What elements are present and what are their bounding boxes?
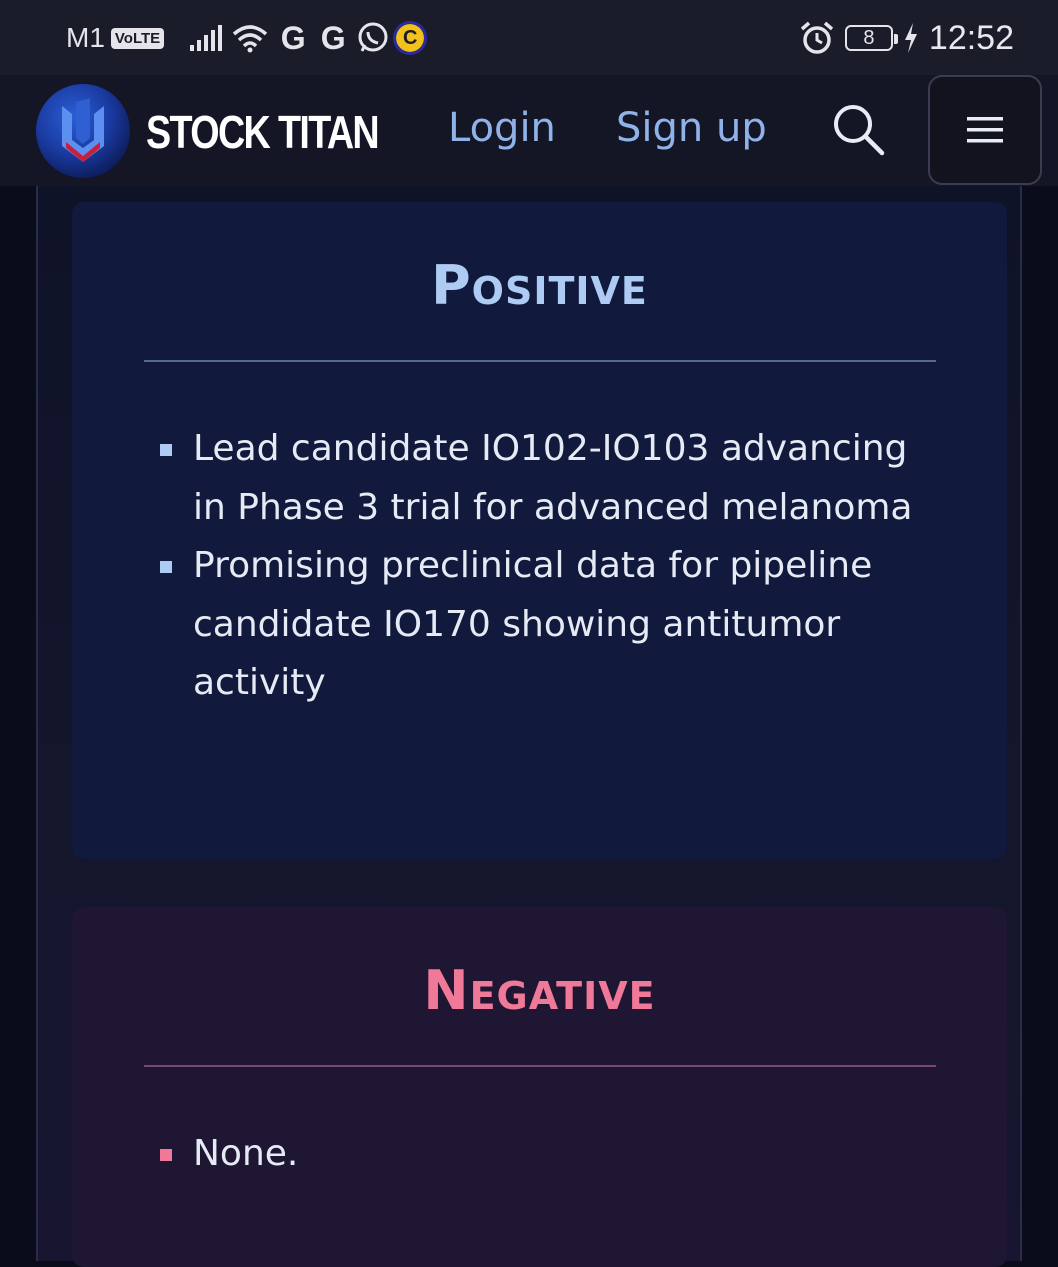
- negative-divider: [144, 1065, 936, 1067]
- negative-title: Negative: [423, 959, 656, 1022]
- wifi-icon: [233, 25, 268, 53]
- google-icon: G: [280, 19, 306, 56]
- coin-app-icon: C: [393, 21, 428, 55]
- positive-card: Positive Lead candidate IO102-IO103 adva…: [72, 202, 1007, 859]
- hamburger-menu-icon: [967, 117, 1003, 143]
- status-bar: M1 VoLTE G G C 8 12:52: [0, 0, 1058, 75]
- status-right: 8 12:52: [799, 16, 1014, 60]
- search-icon: [834, 105, 885, 156]
- site-header: STOCK TITAN Login Sign up: [0, 75, 1058, 186]
- bullet-marker: [160, 561, 172, 573]
- list-item: Promising preclinical data for pipeline …: [160, 537, 950, 713]
- login-link[interactable]: Login: [448, 105, 556, 151]
- carrier-label: M1: [66, 22, 105, 53]
- positive-item-text: Lead candidate IO102-IO103 advancing in …: [193, 428, 913, 528]
- negative-card: Negative None.: [72, 907, 1007, 1267]
- bullet-marker: [160, 1149, 172, 1161]
- positive-title: Positive: [431, 254, 648, 317]
- bullet-marker: [160, 444, 172, 456]
- list-item: None.: [160, 1125, 950, 1184]
- positive-item-text: Promising preclinical data for pipeline …: [193, 545, 873, 703]
- brand-name[interactable]: STOCK TITAN: [146, 105, 380, 159]
- stock-titan-logo[interactable]: [36, 84, 130, 178]
- positive-divider: [144, 360, 936, 362]
- alarm-icon: [800, 21, 834, 54]
- signal-icon: [190, 25, 223, 51]
- status-icons: G G C: [188, 19, 428, 57]
- volte-badge: VoLTE: [110, 27, 165, 49]
- positive-list: Lead candidate IO102-IO103 advancing in …: [160, 420, 950, 713]
- battery-level: 8: [863, 26, 875, 49]
- battery-icon: 8: [844, 25, 898, 51]
- whatsapp-icon: [358, 22, 388, 52]
- menu-button[interactable]: [928, 75, 1042, 185]
- search-button[interactable]: [830, 101, 886, 157]
- google-icon: G: [320, 19, 346, 56]
- list-item: Lead candidate IO102-IO103 advancing in …: [160, 420, 950, 537]
- negative-list: None.: [160, 1125, 950, 1184]
- signup-link[interactable]: Sign up: [616, 105, 767, 151]
- negative-item-text: None.: [193, 1133, 299, 1174]
- clock: 12:52: [928, 18, 1014, 57]
- charging-icon: [904, 23, 917, 53]
- status-left: M1 VoLTE G G C: [66, 18, 428, 58]
